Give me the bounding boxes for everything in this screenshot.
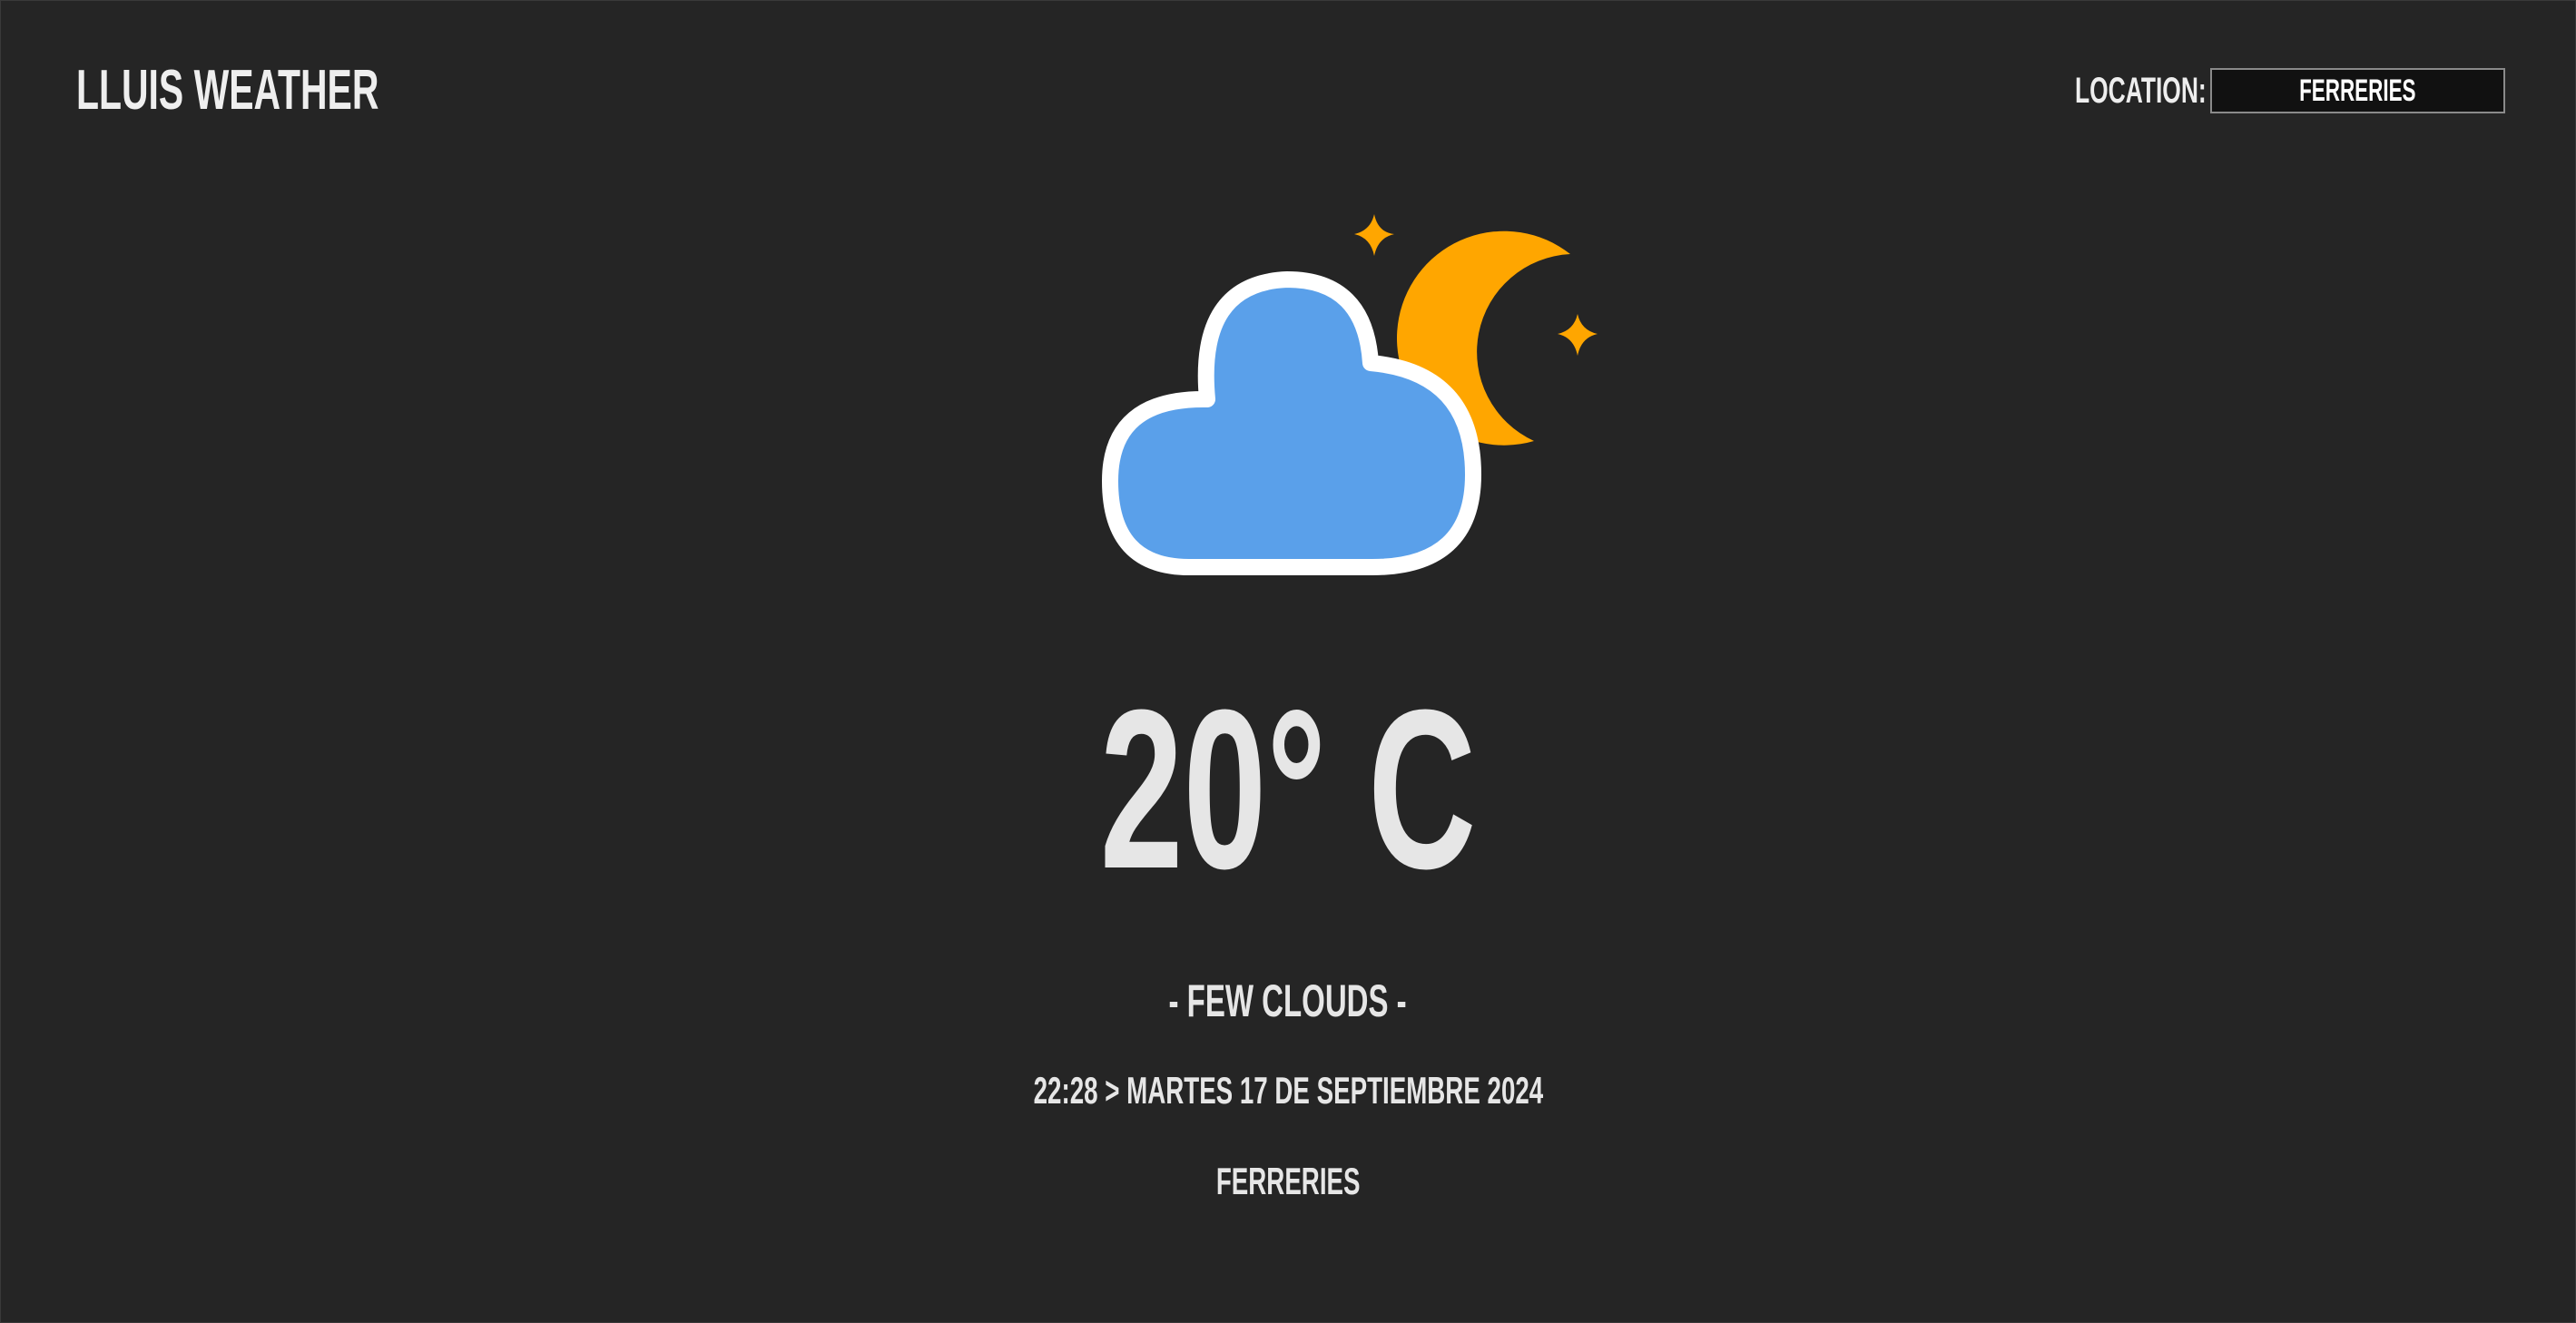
weather-description: - FEW CLOUDS -	[0, 969, 2576, 1033]
city-name: FERRERIES	[0, 1154, 2576, 1209]
date-time-text: 22:28 > MARTES 17 DE SEPTIEMBRE 2024	[1033, 1069, 1543, 1112]
location-input-value: FERRERIES	[2299, 74, 2416, 108]
sparkle-icon	[1558, 314, 1598, 356]
sparkle-icon	[1354, 214, 1394, 256]
weather-description-text: - FEW CLOUDS -	[1168, 975, 1408, 1026]
page-frame	[0, 0, 2576, 1323]
location-input[interactable]: FERRERIES	[2210, 68, 2505, 113]
temperature-value: 20° C	[1099, 662, 1477, 916]
app-title-text: LLUIS WEATHER	[76, 59, 379, 122]
location-label-text: LOCATION:	[2075, 71, 2207, 111]
city-name-text: FERRERIES	[1215, 1160, 1361, 1202]
partly-cloudy-night-icon	[1102, 214, 1598, 575]
temperature-display: 20° C	[0, 671, 2576, 907]
date-time: 22:28 > MARTES 17 DE SEPTIEMBRE 2024	[0, 1063, 2576, 1118]
app-title: LLUIS WEATHER	[76, 54, 535, 127]
